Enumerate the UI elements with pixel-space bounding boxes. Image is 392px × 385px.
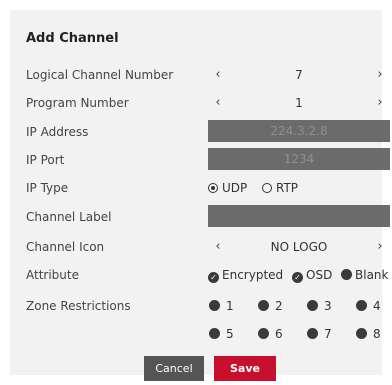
circle-icon <box>209 300 220 311</box>
zone-6-toggle[interactable]: 6 <box>258 327 283 341</box>
chevron-right-icon[interactable]: › <box>374 239 386 254</box>
logical-channel-number-label: Logical Channel Number <box>26 68 174 82</box>
circle-icon <box>258 328 269 339</box>
attribute-encrypted-checkbox[interactable]: ✓ Encrypted <box>208 268 283 283</box>
zone-label: 8 <box>373 327 381 341</box>
zone-3-toggle[interactable]: 3 <box>307 299 332 313</box>
attribute-blank-checkbox[interactable]: Blank <box>341 268 388 282</box>
save-button[interactable]: Save <box>214 356 276 381</box>
ip-port-label: IP Port <box>26 153 65 167</box>
zone-5-toggle[interactable]: 5 <box>209 327 234 341</box>
circle-icon <box>356 328 367 339</box>
chevron-right-icon[interactable]: › <box>374 67 386 82</box>
logical-channel-number-value: 7 <box>295 68 303 82</box>
circle-icon <box>209 328 220 339</box>
zone-4-toggle[interactable]: 4 <box>356 299 381 313</box>
channel-label-input[interactable] <box>208 205 390 227</box>
logical-channel-number-stepper: ‹ 7 › <box>208 67 390 82</box>
ip-type-rtp-radio[interactable]: RTP <box>262 181 298 195</box>
check-circle-icon: ✓ <box>292 272 303 283</box>
channel-label-label: Channel Label <box>26 210 112 224</box>
zone-7-toggle[interactable]: 7 <box>307 327 332 341</box>
ip-type-udp-label: UDP <box>222 181 248 195</box>
ip-address-input[interactable] <box>208 120 390 142</box>
chevron-left-icon[interactable]: ‹ <box>212 95 224 110</box>
zone-2-toggle[interactable]: 2 <box>258 299 283 313</box>
zone-8-toggle[interactable]: 8 <box>356 327 381 341</box>
ip-type-udp-radio[interactable]: UDP <box>208 181 247 195</box>
check-circle-icon: ✓ <box>208 272 219 283</box>
radio-selected-icon <box>208 183 218 193</box>
zone-1-toggle[interactable]: 1 <box>209 299 234 313</box>
ip-type-label: IP Type <box>26 181 69 195</box>
chevron-left-icon[interactable]: ‹ <box>212 67 224 82</box>
circle-icon <box>341 269 352 280</box>
channel-icon-stepper: ‹ NO LOGO › <box>208 239 390 254</box>
zone-label: 4 <box>373 299 381 313</box>
zone-label: 1 <box>226 299 234 313</box>
dialog-title: Add Channel <box>26 31 119 46</box>
zone-label: 7 <box>324 327 332 341</box>
chevron-right-icon[interactable]: › <box>374 95 386 110</box>
circle-icon <box>258 300 269 311</box>
cancel-button[interactable]: Cancel <box>144 356 204 381</box>
zone-label: 2 <box>275 299 283 313</box>
ip-port-input[interactable] <box>208 148 390 170</box>
radio-unselected-icon <box>262 183 272 193</box>
ip-address-label: IP Address <box>26 125 89 139</box>
channel-icon-value: NO LOGO <box>270 240 328 254</box>
ip-type-rtp-label: RTP <box>276 181 299 195</box>
attribute-osd-label: OSD <box>306 268 333 282</box>
attribute-blank-label: Blank <box>355 268 389 282</box>
program-number-value: 1 <box>295 96 303 110</box>
circle-icon <box>307 300 318 311</box>
program-number-stepper: ‹ 1 › <box>208 95 390 110</box>
zone-restrictions-label: Zone Restrictions <box>26 299 131 313</box>
zone-label: 5 <box>226 327 234 341</box>
program-number-label: Program Number <box>26 96 129 110</box>
zone-label: 3 <box>324 299 332 313</box>
attribute-label: Attribute <box>26 268 79 282</box>
attribute-encrypted-label: Encrypted <box>222 268 284 282</box>
circle-icon <box>356 300 367 311</box>
circle-icon <box>307 328 318 339</box>
channel-icon-label: Channel Icon <box>26 240 105 254</box>
chevron-left-icon[interactable]: ‹ <box>212 239 224 254</box>
attribute-osd-checkbox[interactable]: ✓ OSD <box>292 268 332 283</box>
zone-label: 6 <box>275 327 283 341</box>
